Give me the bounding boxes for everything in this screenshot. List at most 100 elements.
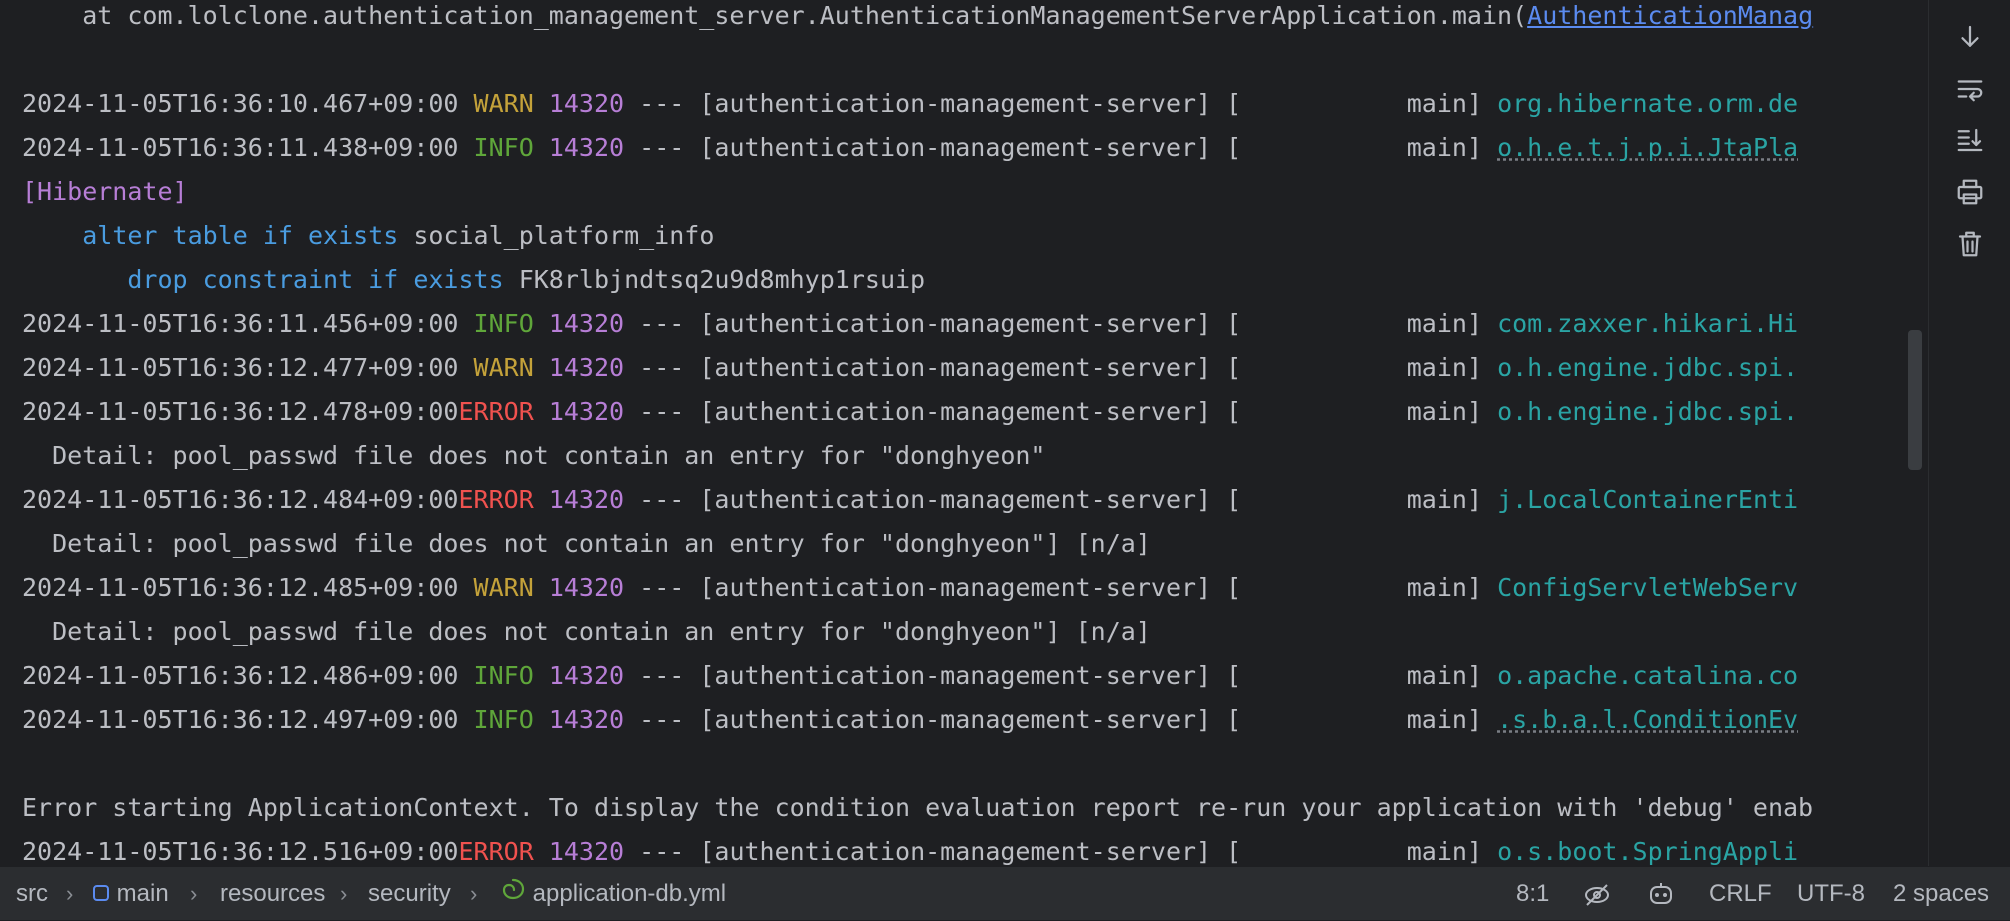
log-logger[interactable]: ConfigServletWebServ: [1497, 573, 1798, 602]
stack-trace-link[interactable]: AuthenticationManag: [1527, 1, 1813, 30]
inspection-off-icon[interactable]: [1582, 867, 1612, 920]
chevron-right-icon: ›: [190, 881, 198, 906]
log-thread: --- [authentication-management-server] […: [624, 133, 1498, 162]
log-logger[interactable]: o.h.e.t.j.p.i.JtaPla: [1497, 133, 1798, 162]
module-folder-icon: [92, 868, 110, 921]
stack-trace-text: at com.lolclone.authentication_managemen…: [22, 1, 1528, 30]
breadcrumb-security[interactable]: security: [368, 867, 451, 920]
log-logger[interactable]: com.zaxxer.hikari.Hi: [1497, 309, 1798, 338]
log-detail-line: Detail: pool_passwd file does not contai…: [22, 441, 1046, 470]
log-thread: --- [authentication-management-server] […: [624, 397, 1498, 426]
chevron-right-icon: ›: [340, 881, 348, 906]
log-timestamp: 2024-11-05T16:36:12.478+09:00: [22, 397, 459, 426]
log-line: 2024-11-05T16:36:12.486+09:00 INFO 14320…: [22, 654, 1798, 698]
log-level: ERROR: [458, 485, 534, 514]
log-line: 2024-11-05T16:36:11.456+09:00 INFO 14320…: [22, 302, 1798, 346]
sql-keyword: drop constraint if exists: [127, 265, 504, 294]
log-level: INFO: [458, 661, 534, 690]
log-thread: --- [authentication-management-server] […: [624, 89, 1498, 118]
log-line: 2024-11-05T16:36:12.478+09:00ERROR 14320…: [22, 390, 1798, 434]
hibernate-tag: [Hibernate]: [22, 177, 188, 206]
scroll-down-icon[interactable]: [1950, 120, 1990, 160]
log-level: ERROR: [458, 837, 534, 866]
chevron-right-icon: ›: [470, 881, 478, 906]
log-timestamp: 2024-11-05T16:36:12.486+09:00: [22, 661, 459, 690]
sql-drop-line: drop constraint if exists FK8rlbjndtsq2u…: [22, 258, 925, 302]
log-level: ERROR: [458, 397, 534, 426]
log-detail-line: Detail: pool_passwd file does not contai…: [22, 529, 1151, 558]
sql-table-name: social_platform_info: [398, 221, 715, 250]
error-message-line: Error starting ApplicationContext. To di…: [22, 793, 1814, 822]
indent-selector[interactable]: 2 spaces: [1893, 867, 1989, 920]
log-timestamp: 2024-11-05T16:36:11.438+09:00: [22, 133, 459, 162]
sql-keyword: alter table if exists: [82, 221, 399, 250]
log-pid: 14320: [548, 353, 625, 382]
log-timestamp: 2024-11-05T16:36:12.477+09:00: [22, 353, 459, 382]
sql-constraint-name: FK8rlbjndtsq2u9d8mhyp1rsuip: [503, 265, 926, 294]
sql-alter-line: alter table if exists social_platform_in…: [22, 214, 714, 258]
log-logger[interactable]: o.h.engine.jdbc.spi.: [1497, 353, 1798, 382]
console-output[interactable]: at com.lolclone.authentication_managemen…: [0, 0, 1928, 866]
log-timestamp: 2024-11-05T16:36:10.467+09:00: [22, 89, 459, 118]
encoding-selector[interactable]: UTF-8: [1797, 867, 1865, 920]
log-pid: 14320: [548, 397, 625, 426]
log-timestamp: 2024-11-05T16:36:11.456+09:00: [22, 309, 459, 338]
log-logger[interactable]: o.apache.catalina.co: [1497, 661, 1798, 690]
log-thread: --- [authentication-management-server] […: [624, 573, 1498, 602]
breadcrumb-file-label: application-db.yml: [532, 880, 727, 907]
log-pid: 14320: [548, 661, 625, 690]
breadcrumb-src[interactable]: src: [16, 867, 48, 920]
scroll-to-end-icon[interactable]: [1950, 17, 1990, 57]
log-level: WARN: [458, 89, 534, 118]
log-logger[interactable]: o.h.engine.jdbc.spi.: [1497, 397, 1798, 426]
caret-position[interactable]: 8:1: [1516, 867, 1549, 920]
ai-assistant-icon[interactable]: [1646, 867, 1676, 920]
log-thread: --- [authentication-management-server] […: [624, 309, 1498, 338]
log-line: 2024-11-05T16:36:10.467+09:00 WARN 14320…: [22, 82, 1798, 126]
breadcrumb-resources[interactable]: resources: [220, 867, 325, 920]
log-level: WARN: [458, 353, 534, 382]
log-level: INFO: [458, 705, 534, 734]
log-line: 2024-11-05T16:36:11.438+09:00 INFO 14320…: [22, 126, 1798, 170]
log-line: 2024-11-05T16:36:12.484+09:00ERROR 14320…: [22, 478, 1798, 522]
vertical-scrollbar-thumb[interactable]: [1908, 330, 1922, 470]
log-line: 2024-11-05T16:36:12.477+09:00 WARN 14320…: [22, 346, 1798, 390]
breadcrumb-file[interactable]: application-db.yml: [500, 867, 726, 920]
soft-wrap-icon[interactable]: [1950, 69, 1990, 109]
log-pid: 14320: [548, 705, 625, 734]
clear-all-icon[interactable]: [1950, 224, 1990, 264]
log-timestamp: 2024-11-05T16:36:12.485+09:00: [22, 573, 459, 602]
log-level: INFO: [458, 309, 534, 338]
log-pid: 14320: [548, 485, 625, 514]
breadcrumb-main[interactable]: main: [92, 867, 169, 920]
log-thread: --- [authentication-management-server] […: [624, 661, 1498, 690]
log-level: WARN: [458, 573, 534, 602]
log-thread: --- [authentication-management-server] […: [624, 353, 1498, 382]
log-line: 2024-11-05T16:36:12.485+09:00 WARN 14320…: [22, 566, 1798, 610]
log-timestamp: 2024-11-05T16:36:12.497+09:00: [22, 705, 459, 734]
log-pid: 14320: [548, 309, 625, 338]
log-line: 2024-11-05T16:36:12.516+09:00ERROR 14320…: [22, 830, 1798, 866]
log-logger[interactable]: org.hibernate.orm.de: [1497, 89, 1798, 118]
log-logger[interactable]: .s.b.a.l.ConditionEv: [1497, 705, 1798, 734]
log-pid: 14320: [548, 133, 625, 162]
log-logger[interactable]: j.LocalContainerEnti: [1497, 485, 1798, 514]
breadcrumb-main-label: main: [116, 880, 169, 907]
log-pid: 14320: [548, 89, 625, 118]
status-bar: src › main › resources › security › appl…: [0, 866, 2010, 920]
log-line: 2024-11-05T16:36:12.497+09:00 INFO 14320…: [22, 698, 1798, 742]
log-thread: --- [authentication-management-server] […: [624, 705, 1498, 734]
log-pid: 14320: [548, 837, 625, 866]
log-thread: --- [authentication-management-server] […: [624, 837, 1498, 866]
line-ending-selector[interactable]: CRLF: [1709, 867, 1772, 920]
chevron-right-icon: ›: [66, 881, 74, 906]
stack-trace-line: at com.lolclone.authentication_managemen…: [22, 0, 1813, 38]
console-toolbar: [1928, 0, 2010, 866]
spring-config-icon: [500, 868, 526, 921]
log-detail-line: Detail: pool_passwd file does not contai…: [22, 617, 1151, 646]
log-thread: --- [authentication-management-server] […: [624, 485, 1498, 514]
print-icon[interactable]: [1950, 172, 1990, 212]
log-timestamp: 2024-11-05T16:36:12.516+09:00: [22, 837, 459, 866]
log-logger[interactable]: o.s.boot.SpringAppli: [1497, 837, 1798, 866]
log-pid: 14320: [548, 573, 625, 602]
